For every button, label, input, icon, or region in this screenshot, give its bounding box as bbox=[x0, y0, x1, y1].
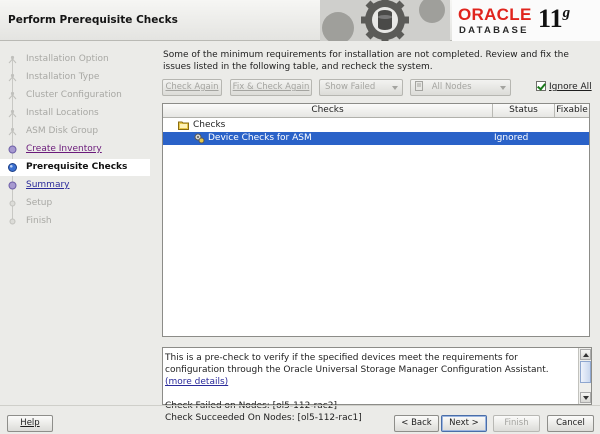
version-suffix: g bbox=[562, 5, 571, 21]
table-header: Checks Status Fixable bbox=[163, 104, 589, 118]
finish-button[interactable]: Finish bbox=[493, 415, 540, 432]
check-again-button[interactable]: Check Again bbox=[162, 79, 222, 96]
step-label: Installation Option bbox=[26, 54, 109, 64]
window-title: Perform Prerequisite Checks bbox=[8, 14, 178, 26]
instructions-text: Some of the minimum requirements for ins… bbox=[163, 50, 569, 72]
step-node-icon bbox=[8, 145, 17, 154]
column-header-checks[interactable]: Checks bbox=[163, 104, 493, 117]
step-label: Finish bbox=[26, 216, 52, 226]
step-cluster-configuration: Cluster Configuration bbox=[0, 87, 150, 104]
step-installation-type: Installation Type bbox=[0, 69, 150, 86]
cancel-button[interactable]: Cancel bbox=[547, 415, 594, 432]
ignore-all-checkbox[interactable]: Ignore All bbox=[536, 81, 592, 92]
check-details-panel: This is a pre-check to verify if the spe… bbox=[162, 347, 592, 423]
checks-toolbar: Check Again Fix & Check Again Show Faile… bbox=[162, 79, 592, 97]
step-label: Cluster Configuration bbox=[26, 90, 122, 100]
step-label: ASM Disk Group bbox=[26, 126, 99, 136]
oracle-wordmark: ORACLE bbox=[458, 5, 532, 24]
step-label: Install Locations bbox=[26, 108, 99, 118]
scrollbar-thumb[interactable] bbox=[580, 361, 591, 383]
chevron-down-icon bbox=[500, 86, 506, 90]
step-create-inventory[interactable]: Create Inventory bbox=[0, 141, 150, 158]
step-label: Summary bbox=[26, 180, 70, 190]
nodes-filter-dropdown[interactable]: All Nodes bbox=[410, 79, 511, 96]
step-label: Installation Type bbox=[26, 72, 100, 82]
ignore-all-label: Ignore All bbox=[549, 82, 592, 92]
step-setup: Setup bbox=[0, 195, 150, 212]
checks-tree-table: Checks Status Fixable Checks Device Chec… bbox=[162, 103, 590, 337]
wizard-steps-nav: Installation Option Installation Type Clus… bbox=[0, 41, 152, 404]
fix-and-check-again-button[interactable]: Fix & Check Again bbox=[230, 79, 312, 96]
more-details-link[interactable]: (more details) bbox=[165, 377, 228, 387]
column-header-fixable[interactable]: Fixable bbox=[555, 104, 589, 117]
chevron-down-icon bbox=[392, 86, 398, 90]
step-label: Prerequisite Checks bbox=[26, 162, 128, 172]
current-step-icon bbox=[8, 163, 17, 172]
check-name-cell: Device Checks for ASM bbox=[208, 133, 312, 143]
step-summary[interactable]: Summary bbox=[0, 177, 150, 194]
check-item-icon bbox=[194, 133, 205, 149]
wizard-header: Perform Prerequisite Checks ORACLE DATAB… bbox=[0, 0, 600, 41]
column-header-status[interactable]: Status bbox=[493, 104, 555, 117]
help-button-label: Help bbox=[20, 418, 40, 428]
show-filter-dropdown[interactable]: Show Failed bbox=[319, 79, 403, 96]
step-label: Setup bbox=[26, 198, 53, 208]
step-installation-option: Installation Option bbox=[0, 51, 150, 68]
back-button[interactable]: < Back bbox=[394, 415, 439, 432]
next-button[interactable]: Next > bbox=[441, 415, 487, 432]
step-done-icon bbox=[8, 91, 17, 100]
database-wordmark: DATABASE bbox=[459, 25, 529, 36]
scroll-up-icon[interactable] bbox=[580, 349, 591, 360]
step-done-icon bbox=[8, 127, 17, 136]
version-number: 11 bbox=[538, 4, 563, 33]
step-install-locations: Install Locations bbox=[0, 105, 150, 122]
step-prerequisite-checks[interactable]: Prerequisite Checks bbox=[0, 159, 150, 176]
help-button[interactable]: Help bbox=[7, 415, 53, 432]
scroll-down-icon[interactable] bbox=[580, 392, 591, 403]
tree-root-label: Checks bbox=[193, 120, 226, 130]
wizard-footer: Help < Back Next > Finish Cancel bbox=[0, 405, 600, 434]
nodes-filter-value: All Nodes bbox=[431, 82, 472, 92]
oracle-logo: ORACLE DATABASE 11g bbox=[452, 0, 600, 41]
step-done-icon bbox=[8, 109, 17, 118]
gears-banner-image bbox=[320, 0, 450, 41]
step-done-icon bbox=[8, 73, 17, 82]
show-filter-value: Show Failed bbox=[325, 82, 376, 92]
step-done-icon bbox=[8, 55, 17, 64]
step-label: Create Inventory bbox=[26, 144, 102, 154]
node-icon bbox=[415, 81, 423, 91]
details-scrollbar[interactable] bbox=[578, 348, 591, 404]
tree-root-row[interactable]: Checks bbox=[163, 119, 589, 132]
step-finish: Finish bbox=[0, 213, 150, 230]
version-mark: 11g bbox=[538, 6, 570, 32]
checkbox-checked-icon bbox=[536, 81, 546, 91]
step-node-icon bbox=[8, 181, 17, 190]
details-description: This is a pre-check to verify if the spe… bbox=[165, 353, 549, 375]
step-pending-icon bbox=[8, 217, 17, 226]
step-pending-icon bbox=[8, 199, 17, 208]
check-status-cell: Ignored bbox=[494, 133, 529, 143]
step-asm-disk-group: ASM Disk Group bbox=[0, 123, 150, 140]
table-row[interactable]: Device Checks for ASM Ignored bbox=[163, 132, 589, 145]
